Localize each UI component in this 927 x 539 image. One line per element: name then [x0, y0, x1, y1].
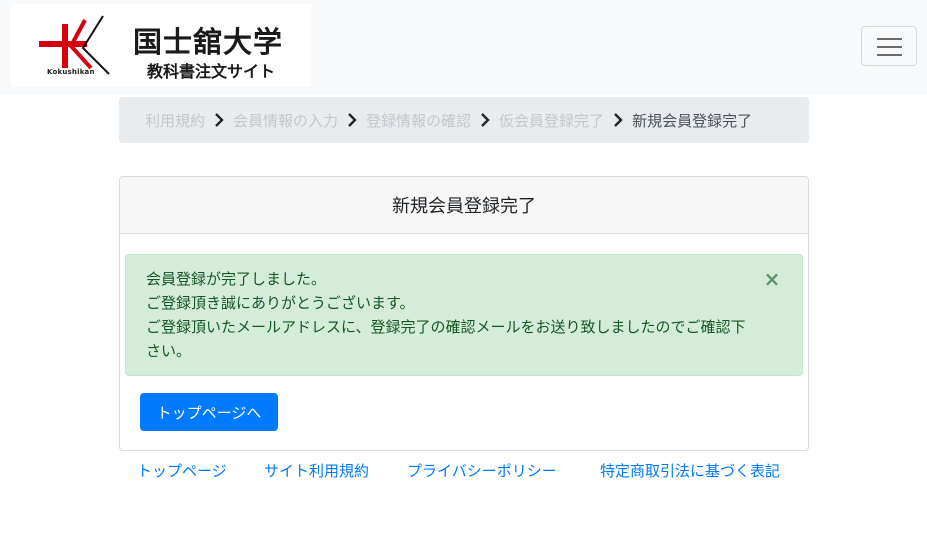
chevron-right-icon	[613, 113, 623, 127]
chevron-right-icon	[347, 113, 357, 127]
logo-roman-text: Kokushikan	[47, 68, 95, 76]
breadcrumb: 利用規約 会員情報の入力 登録情報の確認 仮会員登録完了 新規会員登録完了	[119, 97, 809, 143]
footer-link-top[interactable]: トップページ	[137, 460, 227, 481]
logo-title: 国士舘大学	[133, 25, 284, 59]
breadcrumb-item-provisional: 仮会員登録完了	[499, 111, 605, 130]
alert-close-button[interactable]: ×	[762, 267, 782, 291]
registration-complete-card: 新規会員登録完了 会員登録が完了しました。 ご登録頂き誠にありがとうございます。…	[119, 176, 809, 451]
footer-link-privacy[interactable]: プライバシーポリシー	[407, 460, 557, 481]
top-page-button[interactable]: トップページへ	[140, 393, 278, 431]
breadcrumb-item-complete: 新規会員登録完了	[632, 111, 753, 130]
breadcrumb-item-member-info: 会員情報の入力	[233, 111, 339, 130]
alert-line-1: 会員登録が完了しました。	[146, 270, 327, 288]
success-alert: 会員登録が完了しました。 ご登録頂き誠にありがとうございます。 ご登録頂いたメー…	[125, 254, 803, 376]
hamburger-menu-icon	[877, 38, 902, 40]
alert-line-3: ご登録頂いたメールアドレスに、登録完了の確認メールをお送り致しましたのでご確認下…	[146, 318, 746, 360]
alert-line-2: ご登録頂き誠にありがとうございます。	[146, 294, 415, 312]
breadcrumb-item-confirm: 登録情報の確認	[366, 111, 472, 130]
logo-subtitle: 教科書注文サイト	[147, 62, 276, 81]
navbar-toggle-button[interactable]	[861, 26, 917, 66]
footer-link-terms[interactable]: サイト利用規約	[264, 460, 369, 481]
footer-link-commerce-law[interactable]: 特定商取引法に基づく表記	[600, 460, 780, 481]
navbar: Kokushikan 国士舘大学 教科書注文サイト	[0, 0, 927, 95]
chevron-right-icon	[480, 113, 490, 127]
card-title: 新規会員登録完了	[120, 177, 808, 234]
footer-links: トップページ サイト利用規約 プライバシーポリシー 特定商取引法に基づく表記	[0, 460, 927, 482]
breadcrumb-item-terms: 利用規約	[145, 111, 206, 130]
university-logo[interactable]: Kokushikan 国士舘大学 教科書注文サイト	[11, 4, 311, 87]
chevron-right-icon	[214, 113, 224, 127]
